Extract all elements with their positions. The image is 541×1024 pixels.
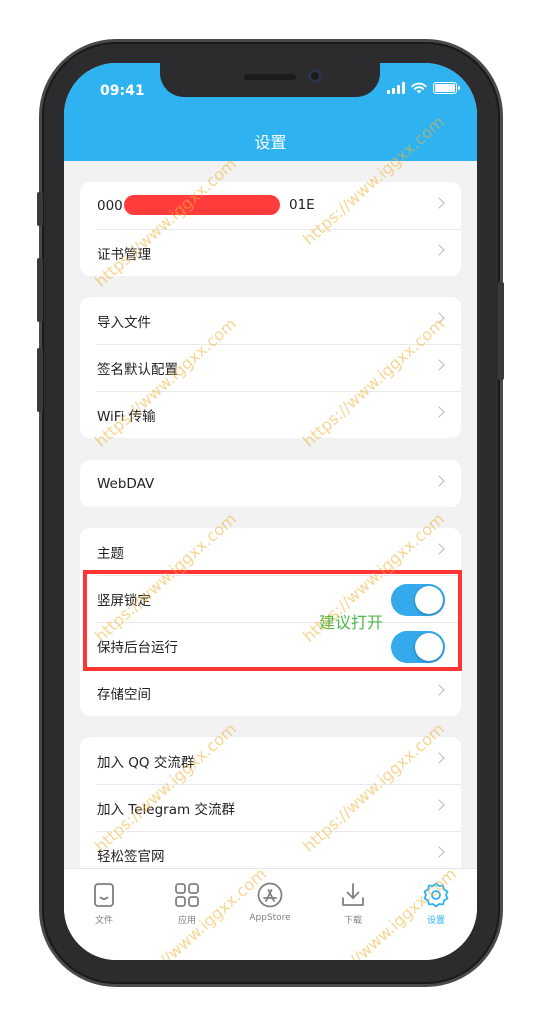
- tab-bar: 文件 应用 AppStore 下载 设置: [64, 868, 477, 960]
- status-icons: [387, 82, 460, 94]
- tab-download-label: 下载: [343, 916, 362, 926]
- screen: 09:41 设置 000 01E 证书管理 导入文件 签名默认配置 WiFi 传…: [64, 63, 477, 960]
- chevron-right-icon: [433, 359, 445, 371]
- wifi-transfer-label: WiFi 传输: [97, 408, 156, 425]
- tab-appstore[interactable]: AppStore: [240, 881, 300, 923]
- qq-group-label: 加入 QQ 交流群: [97, 754, 195, 771]
- certificate-row[interactable]: 证书管理: [80, 229, 461, 276]
- appstore-icon: [257, 882, 283, 908]
- chevron-right-icon: [433, 197, 445, 209]
- account-group: 000 01E 证书管理: [80, 182, 461, 276]
- community-group: 加入 QQ 交流群 加入 Telegram 交流群 轻松签官网: [80, 737, 461, 878]
- tab-apps[interactable]: 应用: [157, 881, 217, 926]
- device-id-prefix: 000: [97, 197, 123, 214]
- files-group: 导入文件 签名默认配置 WiFi 传输: [80, 297, 461, 438]
- notch: [160, 63, 380, 97]
- gear-icon: [423, 882, 449, 908]
- tab-settings[interactable]: 设置: [406, 881, 466, 926]
- mute-switch: [37, 192, 43, 226]
- storage-label: 存储空间: [97, 686, 151, 703]
- file-icon: [94, 883, 114, 907]
- front-camera: [308, 69, 322, 83]
- speaker: [244, 74, 296, 80]
- chevron-right-icon: [433, 543, 445, 555]
- telegram-group-row[interactable]: 加入 Telegram 交流群: [80, 784, 461, 831]
- chevron-right-icon: [433, 475, 445, 487]
- tab-settings-label: 设置: [426, 916, 445, 926]
- cellular-signal-icon: [387, 82, 405, 94]
- display-group: 主题 竖屏锁定 保持后台运行 存储空间: [80, 528, 461, 716]
- chevron-right-icon: [433, 312, 445, 324]
- volume-up-button: [37, 258, 43, 322]
- signing-config-row[interactable]: 签名默认配置: [80, 344, 461, 391]
- background-run-row: 保持后台运行: [80, 622, 461, 669]
- redaction-bar: [124, 195, 280, 215]
- website-label: 轻松签官网: [97, 848, 165, 865]
- chevron-right-icon: [433, 752, 445, 764]
- device-id-suffix: 01E: [289, 197, 315, 213]
- tab-download[interactable]: 下载: [323, 881, 383, 926]
- chevron-right-icon: [433, 406, 445, 418]
- volume-down-button: [37, 348, 43, 412]
- toggle-knob: [415, 586, 443, 614]
- portrait-lock-label: 竖屏锁定: [97, 592, 151, 609]
- tab-files-label: 文件: [94, 916, 113, 926]
- tab-apps-label: 应用: [177, 916, 196, 926]
- webdav-group: WebDAV: [80, 460, 461, 507]
- theme-label: 主题: [97, 545, 124, 562]
- portrait-lock-row: 竖屏锁定: [80, 575, 461, 622]
- import-file-row[interactable]: 导入文件: [80, 297, 461, 344]
- download-icon: [342, 883, 364, 906]
- tab-appstore-label: AppStore: [249, 913, 291, 923]
- chevron-right-icon: [433, 684, 445, 696]
- webdav-label: WebDAV: [97, 475, 155, 492]
- wifi-icon: [411, 82, 427, 94]
- telegram-group-label: 加入 Telegram 交流群: [97, 801, 235, 818]
- qq-group-row[interactable]: 加入 QQ 交流群: [80, 737, 461, 784]
- power-button: [498, 282, 504, 380]
- device-id-row[interactable]: 000 01E: [80, 182, 461, 229]
- portrait-lock-toggle[interactable]: [391, 584, 445, 616]
- grid-icon: [175, 883, 199, 907]
- signing-config-label: 签名默认配置: [97, 361, 178, 378]
- chevron-right-icon: [433, 846, 445, 858]
- import-file-label: 导入文件: [97, 314, 151, 331]
- battery-icon: [433, 82, 460, 94]
- wifi-transfer-row[interactable]: WiFi 传输: [80, 391, 461, 438]
- tab-files[interactable]: 文件: [74, 881, 134, 926]
- theme-row[interactable]: 主题: [80, 528, 461, 575]
- toggle-knob: [415, 633, 443, 661]
- certificate-label: 证书管理: [97, 246, 151, 263]
- chevron-right-icon: [433, 244, 445, 256]
- hint-text: 建议打开: [319, 613, 384, 632]
- storage-row[interactable]: 存储空间: [80, 669, 461, 716]
- background-run-toggle[interactable]: [391, 631, 445, 663]
- page-title: 设置: [254, 133, 287, 152]
- background-run-label: 保持后台运行: [97, 639, 178, 656]
- chevron-right-icon: [433, 799, 445, 811]
- status-time: 09:41: [100, 83, 145, 99]
- webdav-row[interactable]: WebDAV: [80, 460, 461, 507]
